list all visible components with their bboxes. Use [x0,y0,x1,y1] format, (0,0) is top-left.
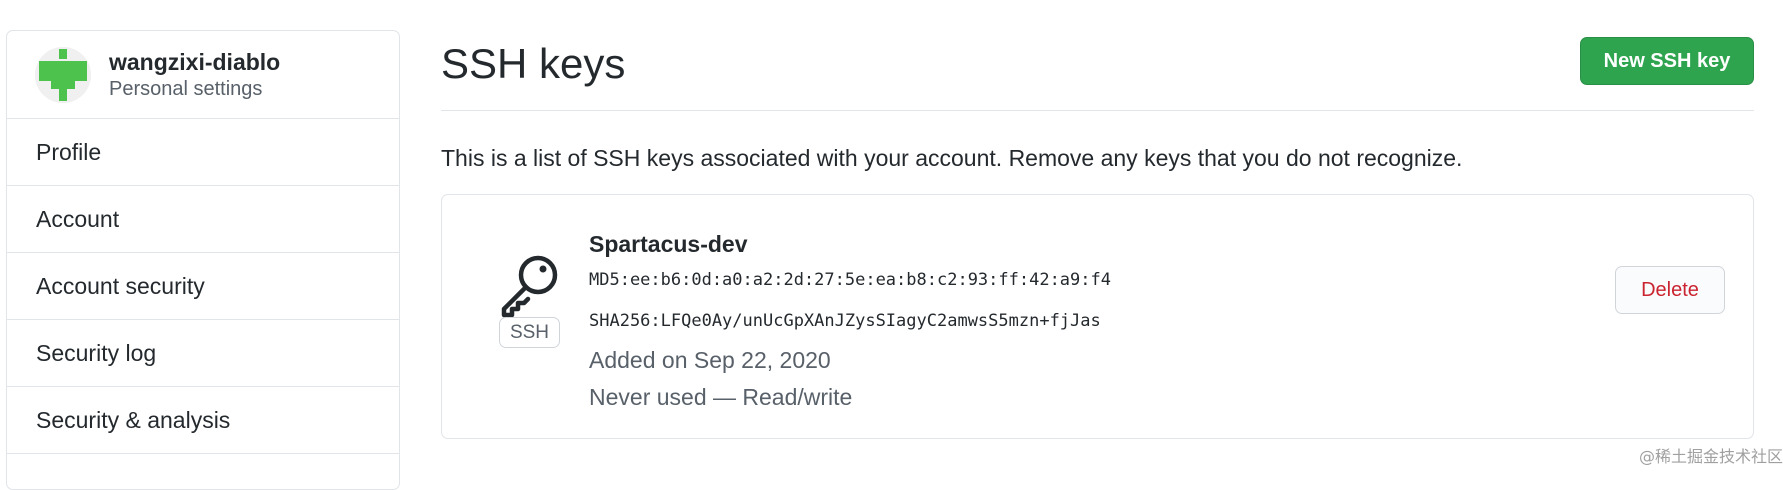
key-details: Spartacus-dev MD5:ee:b6:0d:a0:a2:2d:27:5… [589,229,1111,412]
main-content: SSH keys New SSH key This is a list of S… [441,0,1754,469]
avatar[interactable] [35,47,91,103]
sidebar-item-security-analysis[interactable]: Security & analysis [7,387,399,454]
watermark: @稀土掘金技术社区 [1639,443,1783,467]
page-description: This is a list of SSH keys associated wi… [441,143,1462,173]
identicon-avatar [35,47,91,103]
ssh-key-card: SSH Spartacus-dev MD5:ee:b6:0d:a0:a2:2d:… [441,194,1754,439]
ssh-badge: SSH [499,317,560,348]
sidebar-item-security-log[interactable]: Security log [7,320,399,387]
key-usage: Never used — Read/write [589,382,1111,412]
sidebar-item-account[interactable]: Account [7,186,399,253]
delete-key-button[interactable]: Delete [1615,266,1725,314]
key-title: Spartacus-dev [589,229,1111,259]
username[interactable]: wangzixi-diablo [109,48,280,76]
key-icon [498,251,562,321]
sha256-fingerprint: SHA256:LFQe0Ay/unUcGpXAnJZysSIagyC2amwsS… [589,310,1111,332]
sidebar-item-account-security[interactable]: Account security [7,253,399,320]
settings-subtitle: Personal settings [109,76,280,102]
divider [441,110,1754,111]
page-title: SSH keys [441,36,625,92]
settings-sidebar: wangzixi-diablo Personal settings Profil… [6,30,400,490]
sidebar-item-profile[interactable]: Profile [7,119,399,186]
profile-header[interactable]: wangzixi-diablo Personal settings [7,31,399,119]
new-ssh-key-button[interactable]: New SSH key [1580,37,1754,85]
key-added-date: Added on Sep 22, 2020 [589,345,1111,375]
md5-fingerprint: MD5:ee:b6:0d:a0:a2:2d:27:5e:ea:b8:c2:93:… [589,269,1111,291]
